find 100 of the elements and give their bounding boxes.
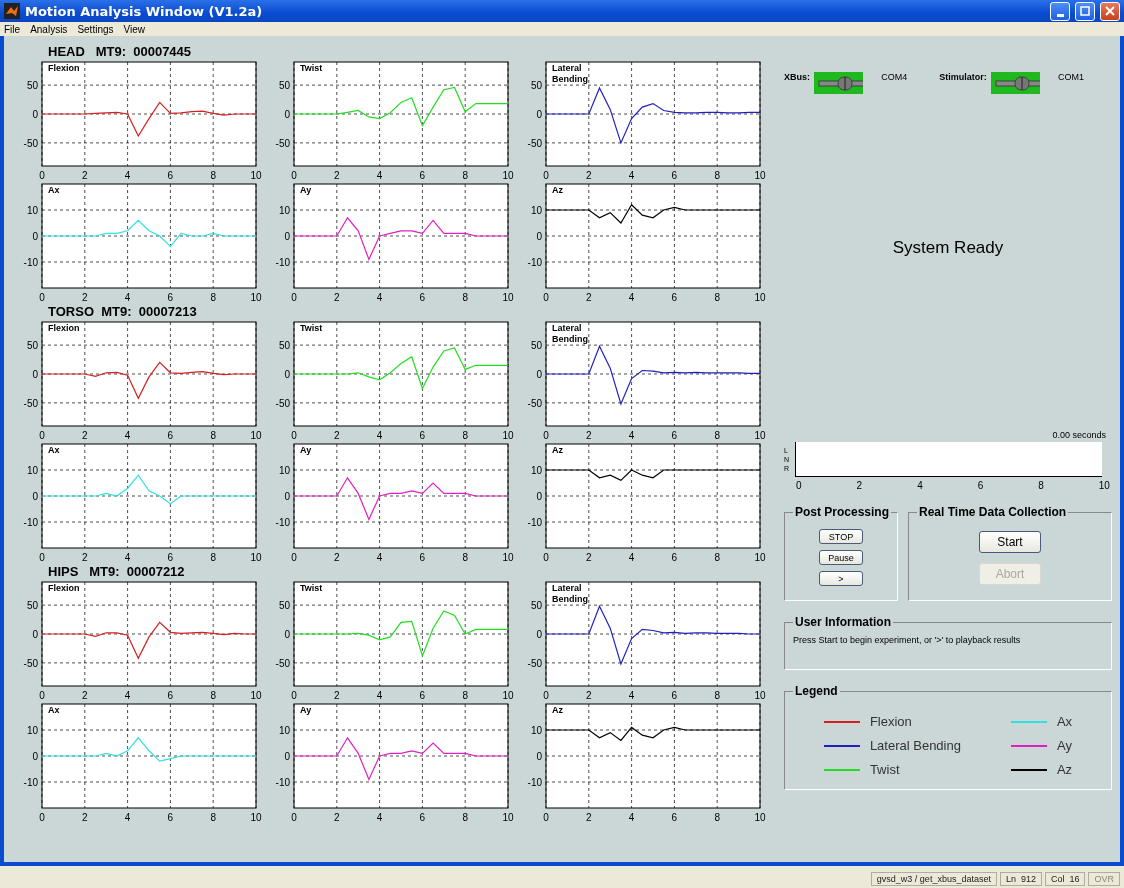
tick-label: 10 <box>250 552 262 563</box>
tick-label: 0 <box>536 231 542 242</box>
tick-label: 0 <box>32 369 38 380</box>
tick-label: 0 <box>536 751 542 762</box>
tick-label: 4 <box>376 690 383 701</box>
tick-label: 6 <box>419 552 426 563</box>
tick-label: 8 <box>462 552 468 563</box>
tick-label: 4 <box>124 690 131 701</box>
tick-label: 8 <box>210 430 216 441</box>
tick-label: 6 <box>167 690 174 701</box>
tick-label: 6 <box>167 812 174 823</box>
chart-title: Ay <box>300 705 313 716</box>
tick-label: 4 <box>376 170 383 181</box>
chart-title: Twist <box>300 583 324 594</box>
tick-label: 0 <box>536 491 542 502</box>
tick-label: -10 <box>527 257 542 268</box>
tick-label: 8 <box>210 170 216 181</box>
chart-title: Flexion <box>48 583 81 594</box>
tick-label: 6 <box>671 430 678 441</box>
tick-label: 0 <box>39 812 45 823</box>
tick-label: 10 <box>26 725 38 736</box>
tick-label: 6 <box>167 430 174 441</box>
tick-label: 2 <box>334 170 340 181</box>
tick-label: 2 <box>334 292 340 303</box>
legend-label: Az <box>1056 762 1073 777</box>
tick-label: 0 <box>536 629 542 640</box>
tick-label: 0 <box>284 491 290 502</box>
tick-label: 0 <box>39 292 45 303</box>
info-message: Press Start to begin experiment, or '>' to playback results <box>793 635 1022 647</box>
tick-label: 2 <box>82 690 88 701</box>
menu-item[interactable]: Analysis <box>30 23 68 35</box>
tick-label: -10 <box>275 517 290 528</box>
minimize-button[interactable] <box>1050 1 1070 21</box>
tick-label: 6 <box>419 292 426 303</box>
tick-label: 2 <box>586 812 592 823</box>
tick-label: 0 <box>291 812 297 823</box>
chart-title: Ax <box>48 445 61 456</box>
tick-label: 0 <box>291 552 297 563</box>
tick-label: 10 <box>250 430 262 441</box>
tick-label: 8 <box>1038 480 1044 491</box>
tick-label: 8 <box>714 812 720 823</box>
tick-label: 0 <box>536 369 542 380</box>
control-button[interactable]: STOP <box>819 529 863 544</box>
tick-label: 2 <box>586 292 592 303</box>
tick-label: 50 <box>278 340 290 352</box>
tick-label: 8 <box>462 430 468 441</box>
tick-label: 50 <box>278 80 290 92</box>
tick-label: 8 <box>714 552 720 563</box>
close-icon <box>1105 6 1115 16</box>
toggle-switch[interactable] <box>990 72 1040 94</box>
menu-item[interactable]: View <box>123 23 145 35</box>
tick-label: 10 <box>502 690 514 701</box>
close-button[interactable] <box>1100 1 1120 21</box>
tick-label: 8 <box>714 170 720 181</box>
tick-label: 0 <box>543 552 549 563</box>
tick-label: 8 <box>462 170 468 181</box>
tick-label: 0 <box>284 369 290 380</box>
tick-label: 10 <box>754 430 766 441</box>
tick-label: 10 <box>754 170 766 181</box>
tick-label: 50 <box>26 80 38 92</box>
tick-label: 10 <box>278 465 290 476</box>
maximize-icon <box>1080 6 1090 16</box>
tick-label: 10 <box>250 170 262 181</box>
tick-label: 10 <box>502 812 514 823</box>
tick-label: -50 <box>275 397 290 409</box>
tick-label: 2 <box>82 170 88 181</box>
tick-label: 0 <box>32 491 38 502</box>
toggle-switch[interactable] <box>814 72 864 94</box>
maximize-button[interactable] <box>1075 1 1095 21</box>
tick-label: -50 <box>527 137 542 149</box>
tick-label: 4 <box>376 552 383 563</box>
tick-label: 10 <box>250 292 262 303</box>
control-button[interactable]: Pause <box>819 550 863 565</box>
tick-label: 4 <box>628 292 635 303</box>
tick-label: 6 <box>167 552 174 563</box>
control-button[interactable]: > <box>819 571 863 586</box>
control-button[interactable]: Start <box>979 531 1041 553</box>
status-field: gvsd_w3 / get_xbus_dataset <box>870 872 997 886</box>
tick-label: 50 <box>26 340 38 352</box>
tick-label: 8 <box>210 812 216 823</box>
chart-title: Lateral Bending <box>552 583 589 605</box>
tick-label: 2 <box>82 552 88 563</box>
tick-label: 4 <box>628 170 635 181</box>
tick-label: 0 <box>543 292 549 303</box>
tick-label: 10 <box>278 205 290 216</box>
tick-label: 10 <box>250 812 262 823</box>
tick-label: -50 <box>23 657 38 669</box>
tick-label: -10 <box>527 517 542 528</box>
tick-label: 2 <box>586 170 592 181</box>
minimize-icon <box>1056 13 1064 17</box>
tick-label: 4 <box>124 812 131 823</box>
tick-label: 8 <box>210 552 216 563</box>
tick-label: 0 <box>796 480 802 491</box>
tick-label: 50 <box>530 600 542 612</box>
menu-item[interactable]: File <box>4 23 21 35</box>
tick-label: 0 <box>543 430 549 441</box>
tick-label: 4 <box>376 812 383 823</box>
tick-label: 4 <box>628 690 635 701</box>
menu-item[interactable]: Settings <box>77 23 114 35</box>
tick-label: 10 <box>278 725 290 736</box>
